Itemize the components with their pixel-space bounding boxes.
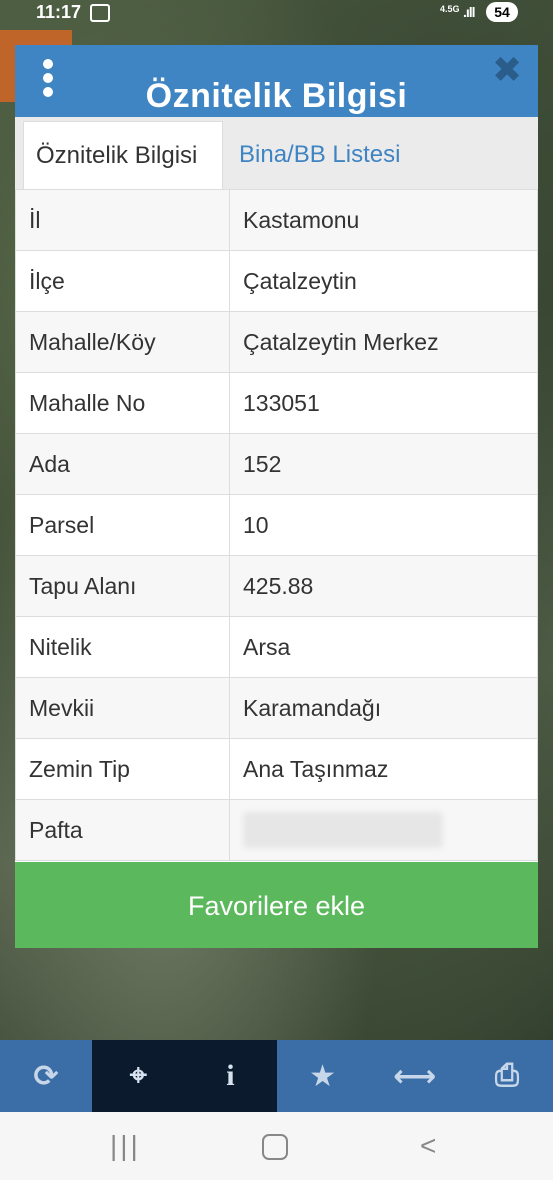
- table-row: Mahalle/Köy Çatalzeytin Merkez: [15, 311, 538, 373]
- table-row: Parsel 10: [15, 494, 538, 556]
- signal-icon: .ıll: [463, 4, 476, 20]
- table-row: Nitelik Arsa: [15, 616, 538, 678]
- table-row: Zemin Tip Ana Taşınmaz: [15, 738, 538, 800]
- row-value: Arsa: [229, 616, 538, 678]
- table-row: İlçe Çatalzeytin: [15, 250, 538, 312]
- star-icon[interactable]: ★: [277, 1040, 369, 1112]
- add-favorite-button[interactable]: Favorilere ekle: [15, 862, 538, 948]
- table-row: Mahalle No 133051: [15, 372, 538, 434]
- row-value: 152: [229, 433, 538, 495]
- row-value: Çatalzeytin: [229, 250, 538, 312]
- table-row: Tapu Alanı 425.88: [15, 555, 538, 617]
- dialog-title: Öznitelik Bilgisi: [145, 77, 408, 115]
- notification-icon: [90, 4, 110, 22]
- redacted-value: [243, 812, 443, 848]
- tab-attributes[interactable]: Öznitelik Bilgisi: [23, 121, 223, 189]
- row-value: Çatalzeytin Merkez: [229, 311, 538, 373]
- row-label: Mevkii: [15, 677, 230, 739]
- battery-level: 54: [486, 2, 518, 22]
- row-value: Karamandağı: [229, 677, 538, 739]
- tab-bar: Öznitelik Bilgisi Bina/BB Listesi: [15, 117, 538, 189]
- home-button[interactable]: [262, 1134, 288, 1160]
- row-value: Ana Taşınmaz: [229, 738, 538, 800]
- attribute-dialog: Öznitelik Bilgisi ✖ Öznitelik Bilgisi Bi…: [15, 45, 538, 948]
- print-icon[interactable]: ⎙: [461, 1040, 553, 1112]
- row-label: Tapu Alanı: [15, 555, 230, 617]
- system-nav-bar: ||| <: [0, 1112, 553, 1180]
- row-label: Parsel: [15, 494, 230, 556]
- locate-icon[interactable]: ⌖: [92, 1040, 185, 1112]
- row-label: Pafta: [15, 799, 230, 861]
- row-value: Kastamonu: [229, 189, 538, 251]
- close-icon[interactable]: ✖: [492, 52, 522, 88]
- row-label: Ada: [15, 433, 230, 495]
- dialog-header: Öznitelik Bilgisi ✖: [15, 45, 538, 117]
- bottom-toolbar: ⟳ ⌖ i ★ ⟷ ⎙: [0, 1040, 553, 1112]
- status-bar: 11:17 4.5G .ıll 54: [0, 0, 553, 26]
- row-label: Mahalle No: [15, 372, 230, 434]
- row-label: İlçe: [15, 250, 230, 312]
- tab-building-list[interactable]: Bina/BB Listesi: [227, 121, 412, 189]
- measure-icon[interactable]: ⟷: [369, 1040, 461, 1112]
- row-label: Mahalle/Köy: [15, 311, 230, 373]
- table-row: Mevkii Karamandağı: [15, 677, 538, 739]
- table-row: Ada 152: [15, 433, 538, 495]
- row-value: 10: [229, 494, 538, 556]
- row-value-redacted: [229, 799, 538, 861]
- attribute-table: İl Kastamonu İlçe Çatalzeytin Mahalle/Kö…: [15, 189, 538, 861]
- network-type: 4.5G: [440, 4, 460, 14]
- row-label: Zemin Tip: [15, 738, 230, 800]
- table-row: İl Kastamonu: [15, 189, 538, 251]
- row-value: 133051: [229, 372, 538, 434]
- refresh-icon[interactable]: ⟳: [0, 1040, 92, 1112]
- row-value: 425.88: [229, 555, 538, 617]
- recent-apps-button[interactable]: |||: [110, 1130, 141, 1162]
- info-icon[interactable]: i: [184, 1040, 277, 1112]
- table-row: Pafta: [15, 799, 538, 861]
- status-time: 11:17: [36, 2, 82, 22]
- row-label: İl: [15, 189, 230, 251]
- row-label: Nitelik: [15, 616, 230, 678]
- back-button[interactable]: <: [420, 1130, 436, 1162]
